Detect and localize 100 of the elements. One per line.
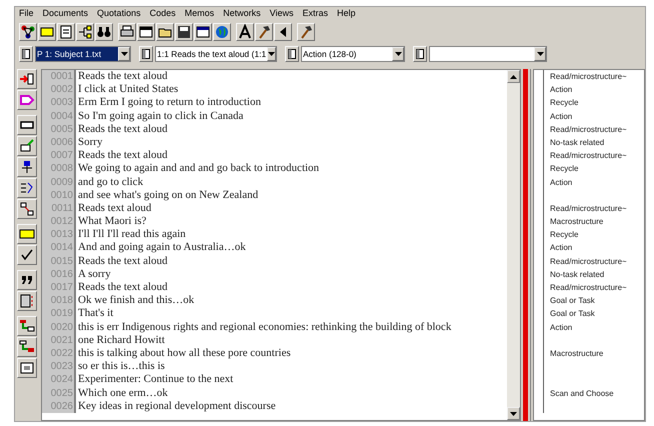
globe-button[interactable] [213, 23, 231, 41]
line-number: 0018 [42, 294, 76, 308]
panel-icon [195, 24, 211, 40]
text-line: Reads the text aloud [77, 254, 168, 268]
tag-button[interactable] [17, 90, 37, 110]
line-number: 0014 [42, 241, 76, 255]
line-number: 0015 [42, 254, 76, 268]
text-line: and go to click [77, 176, 144, 189]
line-number: 0024 [42, 373, 76, 386]
line-number: 0005 [42, 122, 76, 136]
rectangle-button[interactable] [38, 23, 56, 41]
disk-button[interactable] [175, 23, 193, 41]
connector-icon [19, 339, 35, 355]
hammer-button[interactable] [255, 23, 273, 41]
pane-button[interactable] [19, 46, 33, 62]
code-label: No-task related [549, 136, 604, 149]
menu-item[interactable]: Documents [42, 7, 88, 21]
line-number: 0009 [42, 176, 76, 189]
text-line: one Richard Howitt [77, 334, 165, 347]
dropdown[interactable]: 1:1 Reads the text aloud (1:1 [155, 46, 277, 62]
image-button[interactable] [17, 358, 37, 378]
pencil-box-icon [19, 138, 35, 154]
text-line: Reads the text aloud [77, 122, 168, 136]
tree-icon [77, 24, 93, 40]
connector-button[interactable] [17, 337, 37, 357]
line-number: 0020 [42, 320, 76, 334]
pane-icon [416, 49, 424, 59]
dropdown-arrow-icon [394, 52, 402, 56]
link-icon [19, 201, 35, 217]
line-number: 0006 [42, 136, 76, 150]
folder-button[interactable] [156, 23, 174, 41]
connector-icon [19, 318, 35, 334]
globe-icon [214, 24, 230, 40]
arrow-button[interactable] [17, 69, 37, 89]
scrollbar[interactable] [507, 70, 520, 420]
checkmark-button[interactable] [17, 245, 37, 265]
menu-item[interactable]: Quotations [97, 7, 141, 21]
menu-item[interactable]: Views [270, 7, 294, 21]
panel-button[interactable] [194, 23, 212, 41]
document-icon [19, 293, 35, 309]
left-triangle-button[interactable] [274, 23, 292, 41]
dropdown-arrow-icon [120, 52, 128, 56]
menu-item[interactable]: Networks [223, 7, 261, 21]
scroll-down-icon[interactable] [507, 407, 520, 420]
dropdown[interactable] [429, 46, 547, 62]
dropdown[interactable]: P 1: Subject 1.txt [35, 46, 131, 62]
font-icon [237, 24, 253, 40]
line-number: 0016 [42, 268, 76, 281]
menu-item[interactable]: Memos [184, 7, 214, 21]
text-line: Reads text aloud [77, 202, 152, 216]
binoculars-button[interactable] [95, 23, 113, 41]
menu-item[interactable]: File [19, 7, 34, 21]
line-number: 0004 [42, 110, 76, 123]
font-button[interactable] [236, 23, 254, 41]
figure-icon [19, 159, 35, 175]
document-button[interactable] [17, 291, 37, 311]
tree-button[interactable] [76, 23, 94, 41]
text-line: And and going again to Australia…ok [77, 241, 246, 255]
hammer-button[interactable] [297, 23, 315, 41]
line-number: 0022 [42, 346, 76, 360]
window-icon [138, 24, 154, 40]
arrow-icon [19, 71, 35, 87]
text-line: I'll I'll I'll read this again [77, 228, 186, 242]
code-label: Read/microstructure~ [549, 282, 627, 294]
link-button[interactable] [17, 199, 37, 219]
printer-button[interactable] [118, 23, 136, 41]
text-line: We going to again and and and go back to introduction [77, 162, 320, 176]
connector-button[interactable] [17, 316, 37, 336]
line-number: 0008 [42, 162, 76, 176]
binoculars-icon [96, 24, 112, 40]
menu-item[interactable]: Codes [150, 7, 176, 21]
code-label: Scan and Choose [549, 388, 614, 400]
pencil-box-button[interactable] [17, 136, 37, 156]
menu-item[interactable]: Extras [302, 7, 328, 21]
line-number: 0017 [42, 281, 76, 294]
quote-button[interactable] [17, 270, 37, 290]
image-icon [19, 360, 35, 376]
rectangle-button[interactable] [17, 115, 37, 135]
figure-button[interactable] [17, 157, 37, 177]
window-button[interactable] [137, 23, 155, 41]
note-button[interactable] [17, 224, 37, 244]
pane-button[interactable] [413, 46, 427, 62]
code-label: Read/microstructure~ [549, 124, 627, 136]
code-label: Read/microstructure~ [549, 202, 627, 215]
pane-button[interactable] [285, 46, 299, 62]
dropdown[interactable]: Action (128-0) [301, 46, 405, 62]
line-number: 0010 [42, 188, 76, 202]
line-number: 0007 [42, 149, 76, 162]
document-button[interactable] [57, 23, 75, 41]
line-number: 0026 [42, 400, 76, 413]
pane-button[interactable] [139, 46, 153, 62]
scroll-up-icon[interactable] [507, 70, 520, 83]
menu-item[interactable]: Help [337, 7, 356, 21]
line-number: 0021 [42, 334, 76, 347]
dropdown-arrow-icon [536, 52, 544, 56]
text-line: Reads the text aloud [77, 281, 168, 294]
text-line: Erm Erm I going to return to introduction [77, 96, 261, 110]
code-label: Action [549, 176, 572, 188]
code-label: Action [549, 110, 572, 123]
text-line: Reads the text aloud [77, 70, 168, 84]
